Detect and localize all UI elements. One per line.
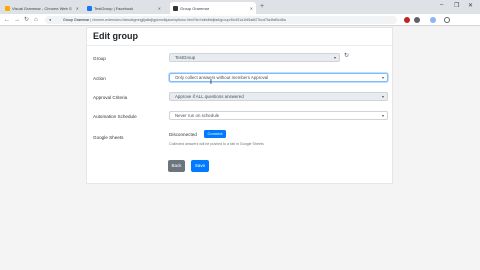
close-tab-icon[interactable]: ✕ [158,6,161,11]
home-icon[interactable]: ⌂ [34,15,38,25]
browser-toolbar: ← → ↻ ⌂ ● Group Grammar | chrome-extensi… [0,14,480,26]
approval-criteria-value: Approve if ALL questions answered [175,94,244,99]
extension-page-icon: ● [49,17,52,22]
google-sheets-help-text: Collected answers will be pushed to a ta… [169,142,264,146]
forward-nav-icon[interactable]: → [14,15,20,25]
chevron-down-icon: ▾ [381,75,384,80]
minimize-button[interactable]: – [440,2,443,8]
browser-tab-active[interactable]: Group Grammar ✕ [170,2,256,14]
connect-button[interactable]: Connect [204,130,226,138]
close-tab-icon[interactable]: ✕ [250,6,253,11]
extension-icon[interactable] [404,17,410,23]
edit-group-card: Edit group Group TestGroup ▾ ↻ Action On… [86,27,393,184]
save-button[interactable]: Save [191,160,209,172]
maximize-button[interactable]: ❐ [454,2,459,9]
chrome-web-store-icon [5,5,10,11]
address-path: | chrome-extension://abcdegmngjljalkdjlg… [89,18,286,22]
browser-tab[interactable]: Visual Grammar - Chrome Web S ✕ [2,2,82,14]
approval-criteria-select[interactable]: Approve if ALL questions answered ▾ [169,92,388,101]
close-window-button[interactable]: ✕ [468,2,473,9]
approval-criteria-label: Approval Criteria [93,95,128,100]
mouse-cursor-icon: I [210,79,212,86]
page-body: Edit group Group TestGroup ▾ ↻ Action On… [0,27,480,270]
chevron-down-icon: ▾ [381,94,384,99]
google-sheets-status: Disconnected [169,132,197,137]
automation-schedule-select[interactable]: Never run on schedule ▾ [169,111,388,120]
automation-schedule-value: Never run on schedule [175,113,220,118]
profile-avatar-icon[interactable] [430,17,436,23]
reload-icon[interactable]: ↻ [24,15,29,25]
facebook-icon [87,5,92,11]
chevron-down-icon: ▾ [381,113,384,118]
group-grammar-icon [173,5,178,11]
close-tab-icon[interactable]: ✕ [76,6,79,11]
group-select[interactable]: TestGroup ▾ [169,53,340,62]
address-host: Group Grammar [63,18,90,22]
divider [87,45,392,46]
back-button[interactable]: Back [168,160,185,172]
menu-icon[interactable] [444,17,450,23]
group-value: TestGroup [175,55,196,60]
address-bar[interactable]: ● Group Grammar | chrome-extension://abc… [45,16,397,24]
action-select[interactable]: Only collect answers without members App… [169,73,388,82]
group-label: Group [93,56,106,61]
action-value: Only collect answers without members App… [175,75,269,80]
page-title: Edit group [93,31,138,41]
browser-tab-strip: Visual Grammar - Chrome Web S ✕ TestGrou… [0,0,480,14]
back-nav-icon[interactable]: ← [4,15,10,25]
refresh-icon[interactable]: ↻ [344,52,349,59]
action-label: Action [93,76,106,81]
google-sheets-label: Google Sheets [93,135,124,140]
extension-icon[interactable] [414,17,420,23]
chevron-down-icon: ▾ [333,55,336,60]
automation-schedule-label: Automation Schedule [93,114,137,119]
new-tab-button[interactable]: + [260,3,264,11]
browser-tab[interactable]: TestGroup | Facebook ✕ [84,2,164,14]
